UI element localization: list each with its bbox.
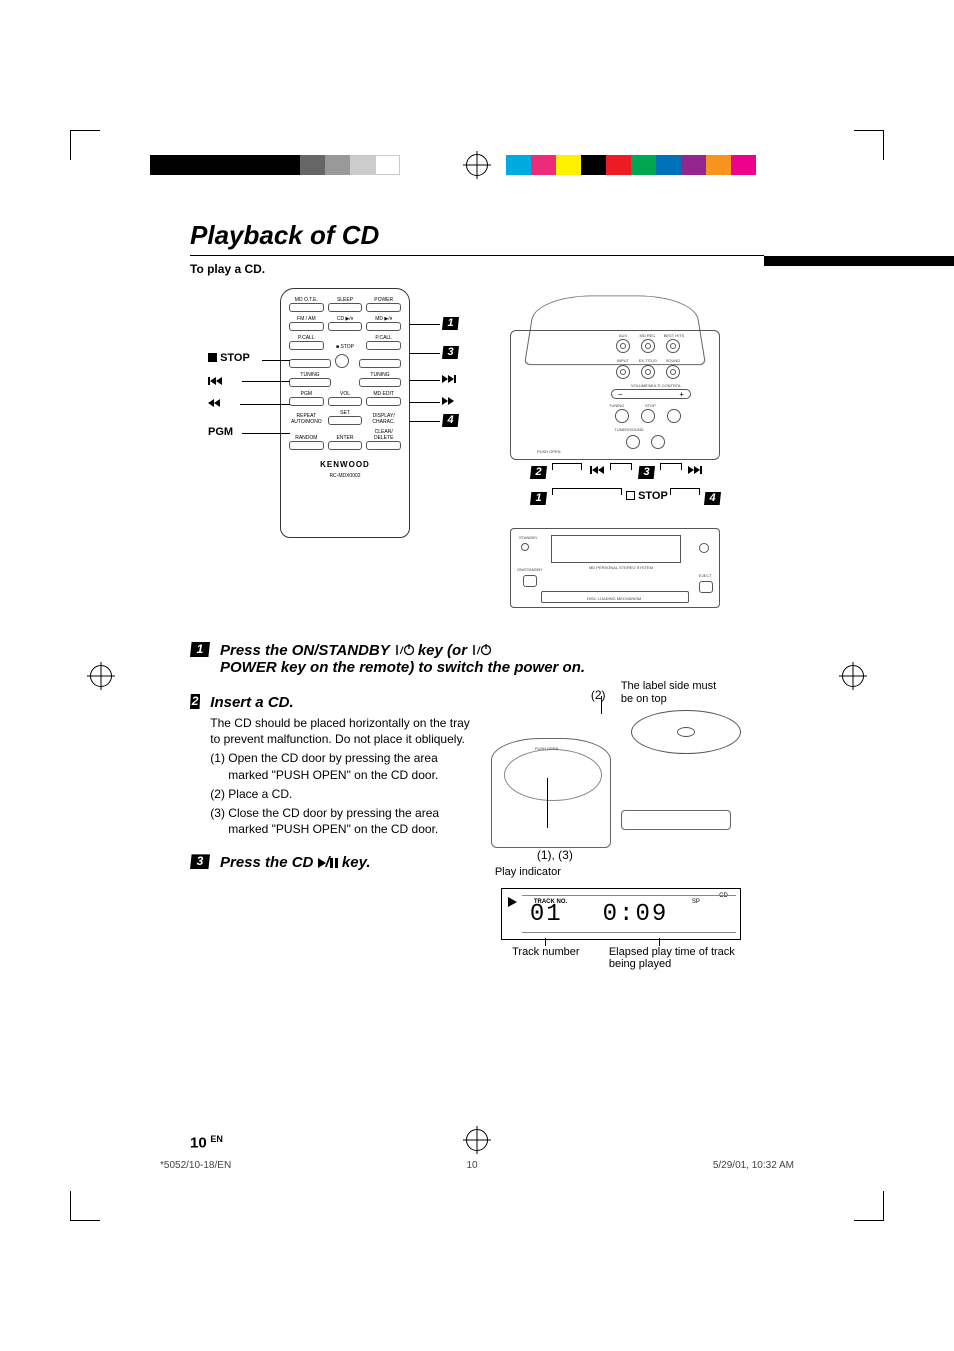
step-ref-3: 3: [442, 346, 459, 359]
step-ref-4: 4: [704, 492, 721, 505]
step-3: 3 Press the CD / key.: [190, 854, 477, 875]
unit-display: [551, 535, 681, 563]
svg-text:/: /: [476, 646, 481, 657]
stop-label: STOP: [626, 490, 668, 502]
play-indicator-icon: [508, 897, 517, 907]
skip-next-callout: [442, 374, 456, 386]
step-2: 2 Insert a CD. The CD should be placed h…: [190, 694, 477, 840]
play-icon: [318, 858, 326, 868]
fast-forward-icon: [442, 397, 454, 405]
step-1: 1 Press the ON/STANDBY / key (or / POWER…: [190, 642, 764, 680]
brand-label: KENWOOD: [287, 460, 403, 469]
rewind-icon: [208, 399, 220, 407]
list-item: (2) Place a CD.: [210, 786, 477, 802]
step-ref-4: 4: [442, 414, 459, 427]
step-ref-3: 3: [638, 466, 655, 479]
ref-1-3: (1), (3): [537, 848, 573, 862]
skip-prev-icon: [208, 377, 222, 385]
page-title: Playback of CD: [190, 220, 764, 256]
elapsed-time-value: 0:09: [603, 901, 669, 928]
pause-icon: [330, 858, 338, 868]
play-indicator-label: Play indicator: [495, 866, 764, 878]
registration-mark-icon: [842, 665, 864, 687]
unit-diagram: AUX MD REC. BEST HITS INPUT EX.TITLE/ SO…: [500, 288, 764, 618]
registration-mark-icon: [466, 154, 488, 176]
footer-left: *5052/10-18/EN: [160, 1160, 231, 1171]
standby-icon: /: [471, 643, 491, 657]
stop-callout: STOP: [208, 352, 250, 364]
remote-diagram: STOP PGM 1 3 4 MD O.T.E.SLEEPPOWER FM / …: [190, 288, 480, 618]
skip-next-icon: [688, 465, 702, 477]
remote-control: MD O.T.E.SLEEPPOWER FM / AMCD ▶/⏸MD ▶/⏸ …: [280, 288, 410, 538]
step-1-heading: Press the ON/STANDBY / key (or / POWER k…: [220, 642, 585, 676]
print-footer: *5052/10-18/EN 10 5/29/01, 10:32 AM: [160, 1160, 794, 1171]
stop-icon: [208, 353, 217, 362]
page-number: 10 EN: [190, 1134, 223, 1151]
skip-next-icon: [442, 375, 456, 383]
step-badge-1: 1: [190, 642, 210, 657]
step-2-heading: Insert a CD.: [210, 694, 477, 711]
stop-outline-icon: [626, 491, 635, 500]
intro-text: To play a CD.: [190, 262, 764, 276]
top-panel: AUX MD REC. BEST HITS INPUT EX.TITLE/ SO…: [510, 330, 720, 460]
front-panel: STANDBY ON/STANDBY MD PERSONAL STEREO SY…: [510, 528, 720, 608]
ref-2: (2): [591, 688, 606, 702]
skip-prev-callout: [208, 376, 222, 388]
cd-insert-diagram: (2) The label side must be on top PUSH O…: [491, 688, 751, 858]
label-side-note: The label side must be on top: [621, 680, 731, 706]
step-2-desc: The CD should be placed horizontally on …: [210, 715, 477, 747]
footer-right: 5/29/01, 10:32 AM: [713, 1160, 794, 1171]
pgm-callout: PGM: [208, 426, 233, 438]
cd-disc: [631, 710, 741, 754]
ffwd-callout: [442, 396, 454, 408]
step-ref-1: 1: [530, 492, 547, 505]
footer-center: 10: [466, 1160, 477, 1171]
list-item: (3) Close the CD door by pressing the ar…: [210, 805, 477, 837]
step-2-list: (1) Open the CD door by pressing the are…: [210, 750, 477, 837]
rew-callout: [208, 398, 220, 410]
title-rule-extension: [764, 256, 954, 266]
track-number-caption: Track number: [501, 946, 591, 958]
step-ref-2: 2: [530, 466, 547, 479]
skip-prev-icon: [590, 465, 604, 477]
standby-icon: /: [394, 643, 414, 657]
step-3-heading: Press the CD / key.: [220, 854, 371, 871]
color-bar-color: [506, 155, 756, 175]
elapsed-time-caption: Elapsed play time of track being played: [609, 946, 741, 970]
display-diagram: TRACK NO. SP CD 01 0:09 Track number: [501, 888, 741, 970]
step-badge-3: 3: [190, 854, 210, 869]
page-content: Playback of CD To play a CD. STOP PGM 1 …: [190, 220, 764, 1151]
track-number-value: 01: [530, 901, 563, 928]
step-badge-2: 2: [190, 694, 200, 709]
step-ref-1: 1: [442, 317, 459, 330]
cd-player-body: [491, 738, 611, 848]
model-label: RC-MDX0002: [287, 473, 403, 479]
color-bar-grayscale: [150, 155, 400, 175]
list-item: (1) Open the CD door by pressing the are…: [210, 750, 477, 782]
svg-text:/: /: [399, 646, 404, 657]
registration-mark-icon: [90, 665, 112, 687]
